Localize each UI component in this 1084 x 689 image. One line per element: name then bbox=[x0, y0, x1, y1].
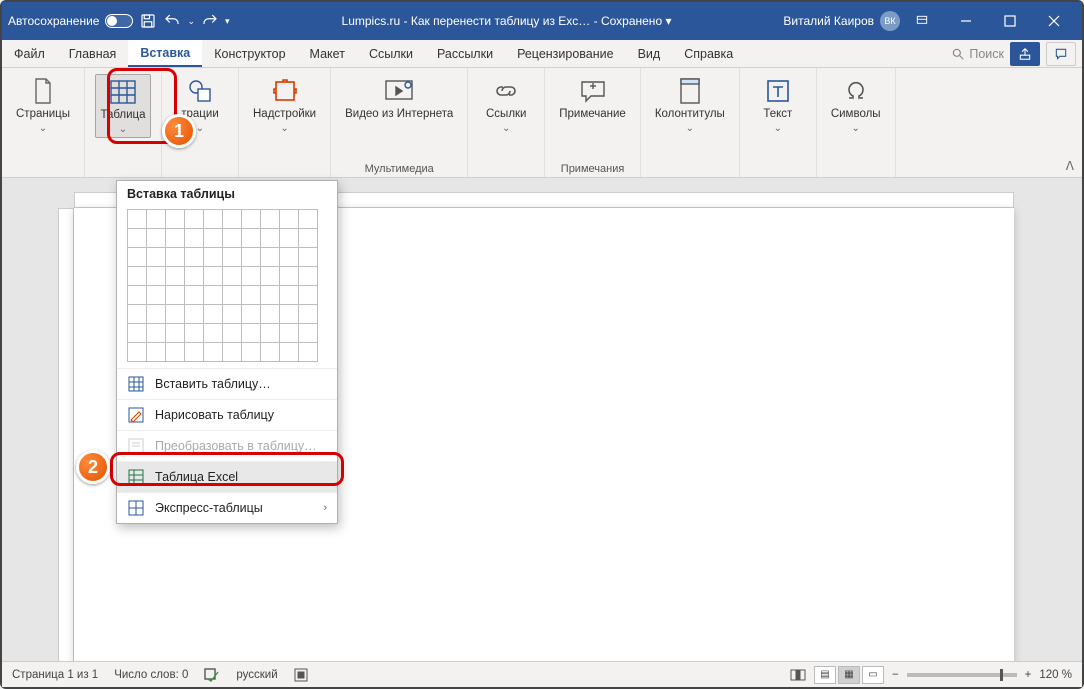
submenu-arrow-icon: › bbox=[323, 502, 327, 514]
search-label: Поиск bbox=[969, 47, 1004, 61]
web-layout-button[interactable]: ▭ bbox=[862, 666, 884, 684]
pencil-table-icon bbox=[127, 406, 145, 424]
comments-button[interactable] bbox=[1046, 42, 1076, 66]
ribbon: Страницы Таблица трации Надстройки Видео… bbox=[2, 68, 1082, 178]
quick-tables-icon bbox=[127, 499, 145, 517]
close-button[interactable] bbox=[1032, 2, 1076, 40]
autosave: Автосохранение bbox=[8, 14, 133, 28]
zoom-in-button[interactable]: + bbox=[1025, 669, 1032, 681]
group-links: Ссылки bbox=[468, 68, 545, 177]
user-info[interactable]: Виталий Каиров ВК bbox=[783, 11, 900, 31]
links-button[interactable]: Ссылки bbox=[478, 74, 534, 136]
group-addins: Надстройки bbox=[239, 68, 331, 177]
titlebar: Автосохранение ⌄ ▾ Lumpics.ru - Как пере… bbox=[2, 2, 1082, 40]
zoom-slider[interactable] bbox=[907, 673, 1017, 677]
search-icon bbox=[951, 47, 965, 61]
ribbon-tabs: Файл Главная Вставка Конструктор Макет С… bbox=[2, 40, 1082, 68]
zoom-out-button[interactable]: − bbox=[892, 669, 899, 681]
share-button[interactable] bbox=[1010, 42, 1040, 66]
statusbar: Страница 1 из 1 Число слов: 0 русский ▤ … bbox=[2, 661, 1082, 687]
status-language[interactable]: русский bbox=[236, 669, 277, 681]
menu-insert-table[interactable]: Вставить таблицу… bbox=[117, 368, 337, 399]
online-video-button[interactable]: Видео из Интернета bbox=[341, 74, 457, 123]
menu-quick-tables[interactable]: Экспресс-таблицы › bbox=[117, 492, 337, 523]
group-tables: Таблица bbox=[85, 68, 162, 177]
text-button[interactable]: Текст bbox=[750, 74, 806, 136]
tab-home[interactable]: Главная bbox=[57, 40, 129, 67]
page-icon bbox=[28, 76, 58, 106]
view-mode-buttons: ▤ ▦ ▭ bbox=[814, 666, 884, 684]
focus-mode-icon[interactable] bbox=[790, 669, 806, 681]
save-icon[interactable] bbox=[139, 12, 157, 30]
tab-insert[interactable]: Вставка bbox=[128, 40, 202, 67]
tab-help[interactable]: Справка bbox=[672, 40, 745, 67]
tab-references[interactable]: Ссылки bbox=[357, 40, 425, 67]
excel-table-icon bbox=[127, 468, 145, 486]
table-dropdown: Вставка таблицы Вставить таблицу… Нарисо… bbox=[116, 180, 338, 524]
macro-icon[interactable] bbox=[294, 668, 308, 682]
headerfooter-button[interactable]: Колонтитулы bbox=[651, 74, 729, 136]
status-page[interactable]: Страница 1 из 1 bbox=[12, 669, 98, 681]
tab-mailings[interactable]: Рассылки bbox=[425, 40, 505, 67]
group-symbols: Символы bbox=[817, 68, 896, 177]
tab-file[interactable]: Файл bbox=[2, 40, 57, 67]
menu-draw-table[interactable]: Нарисовать таблицу bbox=[117, 399, 337, 430]
textbox-icon bbox=[763, 76, 793, 106]
maximize-button[interactable] bbox=[988, 2, 1032, 40]
comment-icon bbox=[578, 76, 608, 106]
collapse-ribbon-icon[interactable]: ᐱ bbox=[1066, 159, 1074, 173]
pages-button[interactable]: Страницы bbox=[12, 74, 74, 136]
headerfooter-icon bbox=[675, 76, 705, 106]
addins-button[interactable]: Надстройки bbox=[249, 74, 320, 136]
group-comments: Примечание Примечания bbox=[545, 68, 641, 177]
spellcheck-icon[interactable] bbox=[204, 668, 220, 682]
autosave-toggle[interactable] bbox=[105, 14, 133, 28]
callout-badge-2: 2 bbox=[76, 450, 110, 484]
tab-design[interactable]: Конструктор bbox=[202, 40, 297, 67]
group-pages: Страницы bbox=[2, 68, 85, 177]
link-icon bbox=[491, 76, 521, 106]
menu-excel-table[interactable]: Таблица Excel bbox=[117, 461, 337, 492]
status-words[interactable]: Число слов: 0 bbox=[114, 669, 188, 681]
video-icon bbox=[384, 76, 414, 106]
tab-review[interactable]: Рецензирование bbox=[505, 40, 626, 67]
search-box[interactable]: Поиск bbox=[951, 47, 1004, 61]
tab-view[interactable]: Вид bbox=[626, 40, 673, 67]
tab-layout[interactable]: Макет bbox=[298, 40, 357, 67]
shapes-icon bbox=[185, 76, 215, 106]
print-layout-button[interactable]: ▦ bbox=[838, 666, 860, 684]
table-button[interactable]: Таблица bbox=[95, 74, 151, 138]
addins-icon bbox=[270, 76, 300, 106]
callout-badge-1: 1 bbox=[162, 114, 196, 148]
menu-convert-text: Преобразовать в таблицу… bbox=[117, 430, 337, 461]
ribbon-options-button[interactable] bbox=[900, 2, 944, 40]
group-text: Текст bbox=[740, 68, 817, 177]
redo-icon[interactable] bbox=[201, 12, 219, 30]
comment-button[interactable]: Примечание bbox=[555, 74, 630, 123]
zoom-level[interactable]: 120 % bbox=[1039, 669, 1072, 681]
undo-chevron-icon[interactable]: ⌄ bbox=[187, 16, 195, 27]
table-icon bbox=[108, 77, 138, 107]
table-size-grid[interactable] bbox=[117, 205, 337, 368]
avatar: ВК bbox=[880, 11, 900, 31]
document-title: Lumpics.ru - Как перенести таблицу из Ex… bbox=[230, 14, 784, 28]
undo-icon[interactable] bbox=[163, 12, 181, 30]
vertical-ruler[interactable] bbox=[58, 208, 74, 661]
autosave-label: Автосохранение bbox=[8, 14, 99, 28]
group-media: Видео из Интернета Мультимедиа bbox=[331, 68, 468, 177]
read-mode-button[interactable]: ▤ bbox=[814, 666, 836, 684]
group-headerfooter: Колонтитулы bbox=[641, 68, 740, 177]
quick-access-toolbar: ⌄ ▾ bbox=[139, 12, 229, 30]
omega-icon bbox=[841, 76, 871, 106]
symbols-button[interactable]: Символы bbox=[827, 74, 885, 136]
dropdown-title: Вставка таблицы bbox=[117, 181, 337, 205]
convert-icon bbox=[127, 437, 145, 455]
minimize-button[interactable] bbox=[944, 2, 988, 40]
user-name: Виталий Каиров bbox=[783, 14, 874, 28]
table-grid-icon bbox=[127, 375, 145, 393]
